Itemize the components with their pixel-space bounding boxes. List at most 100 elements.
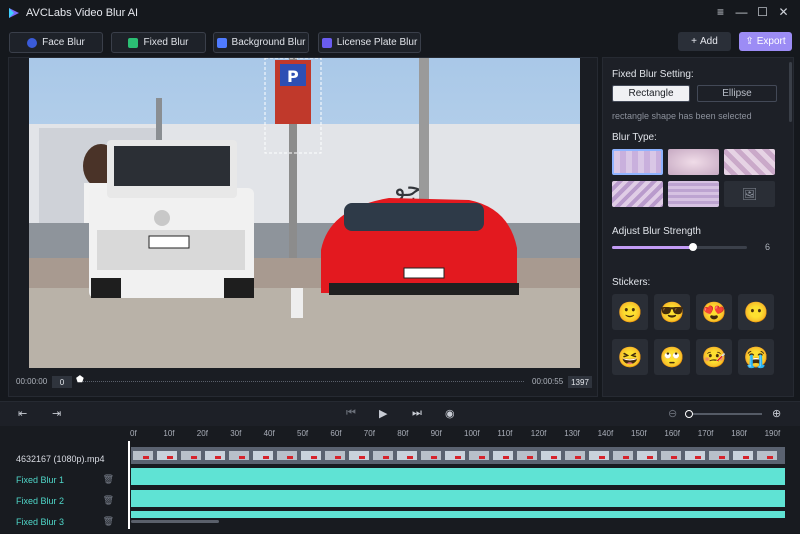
add-button[interactable]: + Add [678,32,731,51]
fixed-blur-3-clip[interactable] [131,511,785,518]
timeline-toolbar: ⇤ ⇥ ⏮ ▶ ⏭ ◉ ⊖ ⊕ [0,402,800,426]
sticker-laugh[interactable]: 😆 [612,339,648,375]
fixed-blur-button[interactable]: Fixed Blur [111,32,206,53]
background-blur-button[interactable]: Background Blur [213,32,309,53]
prev-frame-icon[interactable]: ⏮ [346,407,356,420]
custom-image-icon[interactable]: 🖼 [724,181,775,207]
ruler-tick-label: 60f [330,429,342,438]
zoom-slider[interactable] [685,410,762,418]
ruler-tick-label: 40f [263,429,275,438]
fixed-blur-label: Fixed Blur [143,37,189,48]
trash-icon[interactable]: 🗑 [103,495,114,506]
settings-sidebar: Fixed Blur Setting: Rectangle Ellipse re… [602,57,794,397]
current-time: 00:00:00 [16,377,48,386]
preview-panel: أجو P [8,57,598,397]
blur-type-pixel[interactable] [724,149,775,175]
fixed-blur-icon [128,37,139,48]
scrubber-bar: 00:00:00 0 ⬟ 00:00:55 1397 [8,373,598,391]
current-frame[interactable]: 0 [52,376,72,388]
sticker-heart-eyes[interactable]: 😍 [696,294,732,330]
eye-icon[interactable]: ◉ [445,407,455,420]
svg-text:P: P [287,67,299,86]
blur-type-crystal[interactable] [612,181,663,207]
blur-type-gaussian[interactable] [668,149,719,175]
ellipse-button[interactable]: Ellipse [697,85,777,102]
track-fixed-blur-1[interactable]: Fixed Blur 1 🗑 [10,469,124,490]
ruler-tick-label: 110f [497,429,513,438]
sidebar-scrollbar[interactable] [789,62,792,122]
scrub-track[interactable] [80,381,524,382]
jump-end-icon[interactable]: ⇥ [52,407,61,420]
fixed-blur-1-clip[interactable] [131,468,785,485]
ruler-tick-label: 120f [530,429,547,438]
ruler-tick-label: 170f [697,429,714,438]
export-label: Export [756,36,786,47]
background-blur-icon [216,37,227,48]
stickers-label: Stickers: [612,277,651,288]
blur-strength-knob[interactable] [689,243,697,251]
blur-type-label: Blur Type: [612,132,657,143]
license-plate-blur-label: License Plate Blur [336,37,418,48]
ruler-tick-label: 190f [764,429,781,438]
face-blur-icon [27,37,38,48]
fixed-blur-setting-label: Fixed Blur Setting: [612,69,694,80]
fixed-blur-2-clip[interactable] [131,490,785,507]
blur-type-mosaic[interactable] [612,149,663,175]
track-fixed-blur-2-label: Fixed Blur 2 [16,495,65,506]
trash-icon[interactable]: 🗑 [103,474,114,485]
sticker-sick[interactable]: 🤒 [696,339,732,375]
ruler-tick-label: 100f [464,429,480,438]
close-icon[interactable]: ✕ [773,4,794,20]
minimize-icon[interactable]: — [731,4,752,20]
zoom-in-icon[interactable]: ⊕ [772,407,781,420]
playhead-handle[interactable]: ⬟ [76,374,84,385]
track-video[interactable]: 4632167 (1080p).mp4 [10,448,124,469]
face-blur-button[interactable]: Face Blur [9,32,103,53]
sticker-smile[interactable]: 🙂 [612,294,648,330]
ruler-tick-label: 130f [564,429,580,438]
sticker-eye-roll[interactable]: 🙄 [654,339,690,375]
ruler-tick-label: 90f [430,429,442,438]
zoom-slider-knob[interactable] [685,410,693,418]
menu-icon[interactable]: ≡ [710,4,731,20]
next-frame-icon[interactable]: ⏭ [412,407,422,420]
maximize-icon[interactable]: ☐ [752,4,773,20]
ruler-tick-label: 50f [297,429,309,438]
track-fixed-blur-3[interactable]: Fixed Blur 3 🗑 [10,511,124,532]
timeline-playhead[interactable] [128,441,130,529]
blur-strength-slider[interactable] [612,243,747,251]
sticker-sunglasses[interactable]: 😎 [654,294,690,330]
background-blur-label: Background Blur [231,37,306,48]
timeline-ruler: 0f 10f 20f 30f 40f 50f 60f 70f 80f 90f 100f 110f 120… [128,426,800,446]
sticker-neutral[interactable]: 😶 [738,294,774,330]
play-icon[interactable]: ▶ [379,407,387,420]
jump-start-icon[interactable]: ⇤ [18,407,27,420]
ruler-tick-label: 160f [664,429,680,438]
rectangle-button[interactable]: Rectangle [612,85,690,102]
blur-type-blocks[interactable] [668,181,719,207]
face-blur-label: Face Blur [42,37,85,48]
track-fixed-blur-2[interactable]: Fixed Blur 2 🗑 [10,490,124,511]
zoom-out-icon[interactable]: ⊖ [668,407,677,420]
blur-strength-value: 6 [765,242,771,252]
blur-strength-fill [612,246,693,249]
ruler-tick-label: 10f [163,429,175,438]
video-frame: أجو P [29,58,580,368]
license-plate-blur-button[interactable]: License Plate Blur [318,32,421,53]
video-scene: أجو P [29,58,580,368]
export-button[interactable]: ⇪ Export [739,32,792,51]
app-title: AVCLabs Video Blur AI [26,6,139,19]
ruler-tick-label: 140f [597,429,614,438]
video-clip-strip[interactable] [131,447,785,464]
license-plate-icon [321,37,332,48]
track-fixed-blur-3-label: Fixed Blur 3 [16,516,65,527]
ruler-tick-label: 150f [631,429,647,438]
ruler-tick-label: 20f [196,429,208,438]
app-logo-icon [9,7,19,18]
trash-icon[interactable]: 🗑 [103,516,114,527]
timeline-scrollbar[interactable] [131,520,219,523]
sticker-crying[interactable]: 😭 [738,339,774,375]
adjust-blur-strength-label: Adjust Blur Strength [612,226,701,237]
track-video-label: 4632167 (1080p).mp4 [16,453,105,464]
ruler-tick-label: 80f [397,429,409,438]
